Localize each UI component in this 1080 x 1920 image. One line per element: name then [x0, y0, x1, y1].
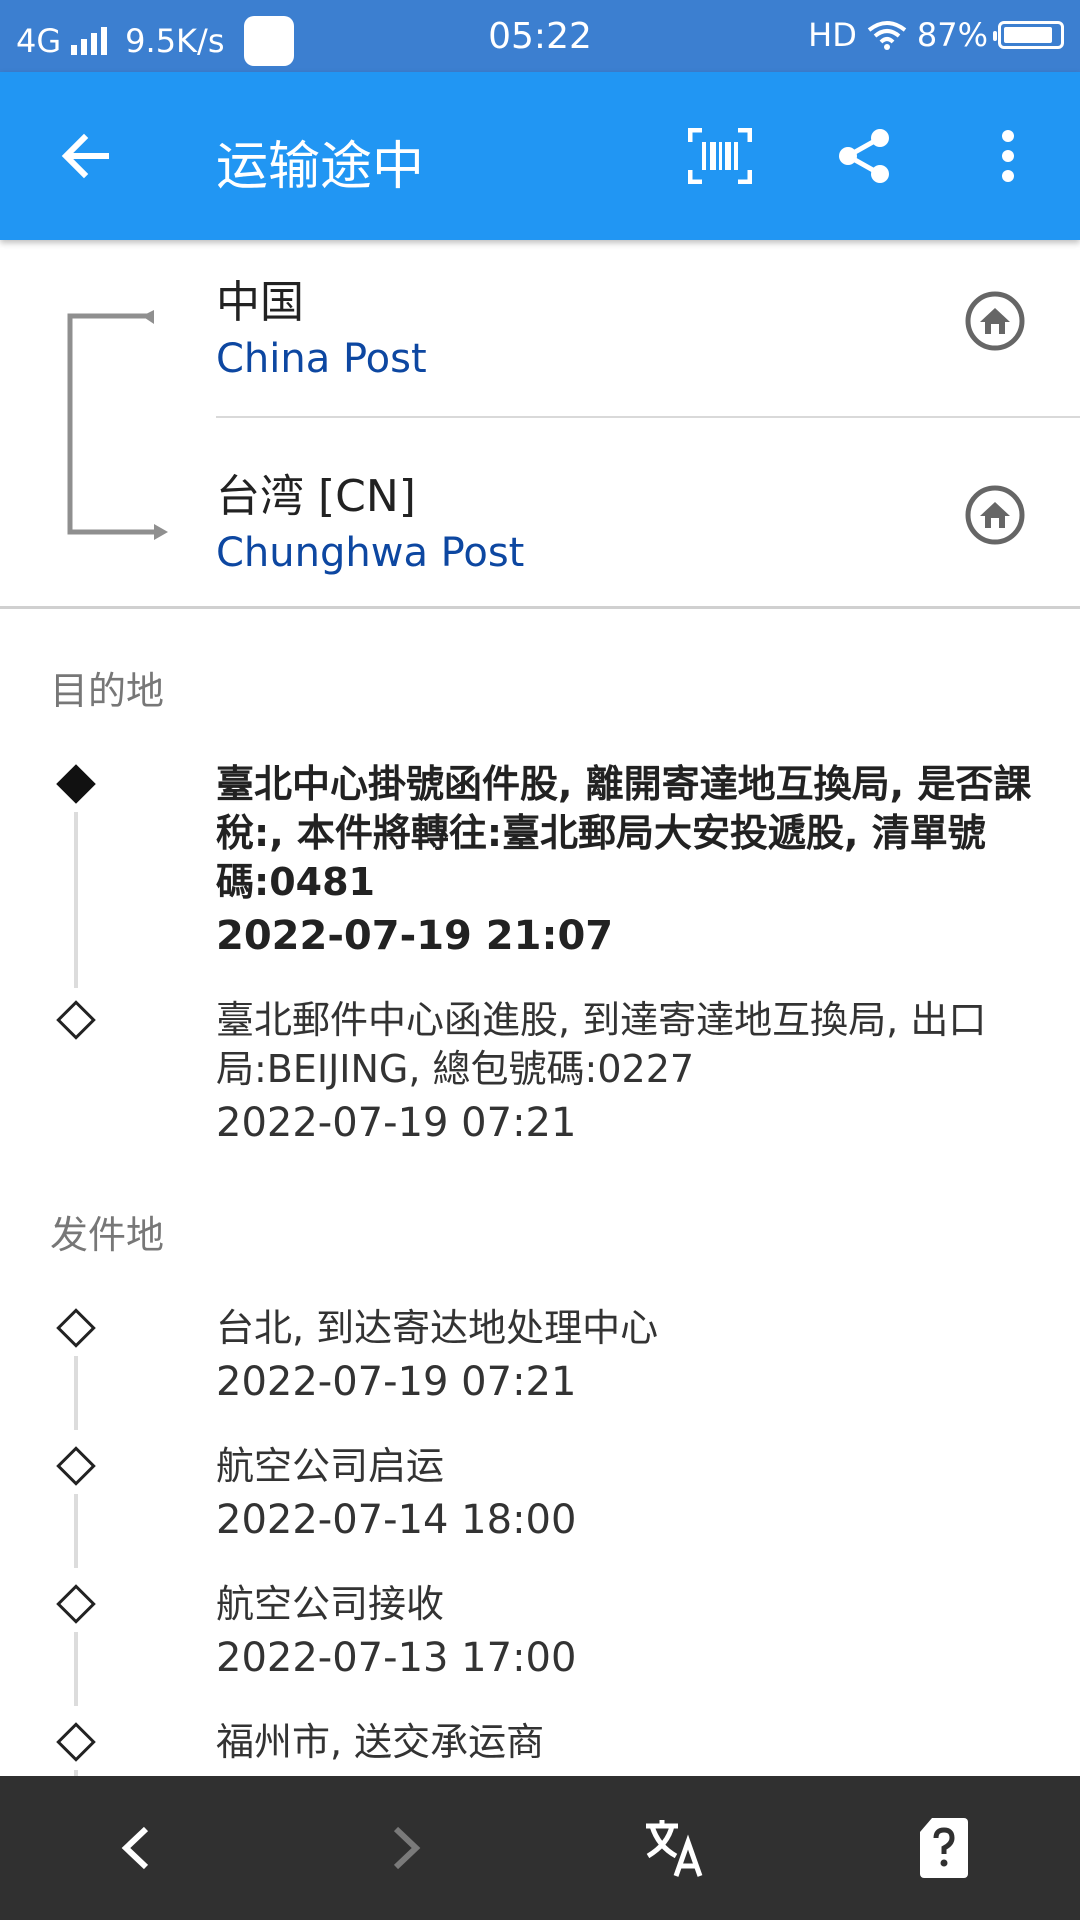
timeline-line	[74, 1632, 78, 1706]
timeline-marker-icon	[56, 1446, 96, 1486]
destination-carrier-name[interactable]: Chunghwa Post	[216, 530, 524, 576]
origin-carrier[interactable]: 中国 China Post	[216, 266, 427, 382]
timeline-marker-icon	[56, 1722, 96, 1762]
timeline-event: 臺北中心掛號函件股, 離開寄達地互換局, 是否課稅:, 本件將轉往:臺北郵局大安…	[216, 760, 1036, 959]
destination-carrier[interactable]: 台湾 [CN] Chunghwa Post	[216, 460, 524, 576]
previous-button[interactable]	[96, 1808, 176, 1888]
origin-country: 中国	[216, 277, 304, 328]
event-date: 2022-07-13 17:00	[216, 1635, 577, 1681]
translate-icon	[646, 1820, 703, 1877]
event-description: 航空公司接收	[216, 1582, 445, 1626]
event-date: 2022-07-14 18:00	[216, 1497, 577, 1543]
event-date: 2022-07-19 21:07	[216, 913, 614, 959]
timeline-marker-icon	[56, 1000, 96, 1040]
event-description: 福州市, 送交承运商	[216, 1720, 545, 1764]
help-card-icon	[920, 1818, 968, 1878]
origin-section-label: 发件地	[50, 1213, 165, 1257]
destination-section-label: 目的地	[50, 669, 165, 713]
timeline-event: 航空公司启运 2022-07-14 18:00	[216, 1442, 1036, 1543]
status-bar: 4G 9.5K/s 05:22 HD 87%	[0, 0, 1080, 72]
back-arrow-icon	[61, 133, 109, 179]
translate-button[interactable]	[634, 1808, 714, 1888]
event-description: 台北, 到达寄达地处理中心	[216, 1306, 659, 1350]
timeline-line	[74, 812, 78, 988]
timeline-line	[74, 1356, 78, 1430]
route-bracket-icon	[67, 310, 168, 540]
share-button[interactable]	[824, 116, 904, 196]
event-description: 臺北中心掛號函件股, 離開寄達地互換局, 是否課稅:, 本件將轉往:臺北郵局大安…	[216, 762, 1032, 904]
route-card: 中国 China Post 台湾 [CN] Chunghwa Post	[0, 240, 1080, 608]
hd-indicator: HD	[808, 16, 857, 54]
more-options-button[interactable]	[968, 116, 1048, 196]
more-vert-icon	[1002, 130, 1014, 182]
barcode-button[interactable]	[680, 116, 760, 196]
origin-carrier-name[interactable]: China Post	[216, 336, 427, 382]
event-description: 航空公司启运	[216, 1444, 445, 1488]
barcode-icon	[688, 128, 752, 184]
timeline-line	[74, 1494, 78, 1568]
current-status-marker-icon	[56, 764, 96, 804]
share-icon	[839, 129, 889, 183]
prev-chevron-icon	[121, 1826, 149, 1870]
event-description: 臺北郵件中心函進股, 到達寄達地互換局, 出口局:BEIJING, 總包號碼:0…	[216, 998, 987, 1091]
timeline-event: 航空公司接收 2022-07-13 17:00	[216, 1580, 1036, 1681]
destination-home-icon[interactable]	[964, 484, 1026, 546]
route-separator	[0, 606, 1080, 609]
bottom-toolbar	[0, 1776, 1080, 1920]
destination-country: 台湾 [CN]	[216, 471, 416, 522]
battery-icon	[993, 21, 1064, 49]
timeline-marker-icon	[56, 1584, 96, 1624]
wifi-icon	[867, 21, 907, 50]
event-date: 2022-07-19 07:21	[216, 1359, 577, 1405]
app-bar: 运输途中	[0, 72, 1080, 240]
timeline-event: 臺北郵件中心函進股, 到達寄達地互換局, 出口局:BEIJING, 總包號碼:0…	[216, 996, 1036, 1146]
help-button[interactable]	[904, 1808, 984, 1888]
origin-home-icon[interactable]	[964, 290, 1026, 352]
timeline-event: 福州市, 送交承运商	[216, 1718, 1036, 1767]
back-button[interactable]	[46, 116, 126, 196]
event-date: 2022-07-19 07:21	[216, 1100, 577, 1146]
next-chevron-icon	[393, 1826, 421, 1870]
timeline-event: 台北, 到达寄达地处理中心 2022-07-19 07:21	[216, 1304, 1036, 1405]
page-title: 运输途中	[216, 137, 425, 197]
status-right: HD 87%	[808, 16, 1064, 54]
next-button[interactable]	[366, 1808, 446, 1888]
battery-percent: 87%	[916, 16, 988, 54]
timeline-marker-icon	[56, 1308, 96, 1348]
route-divider	[216, 416, 1080, 418]
